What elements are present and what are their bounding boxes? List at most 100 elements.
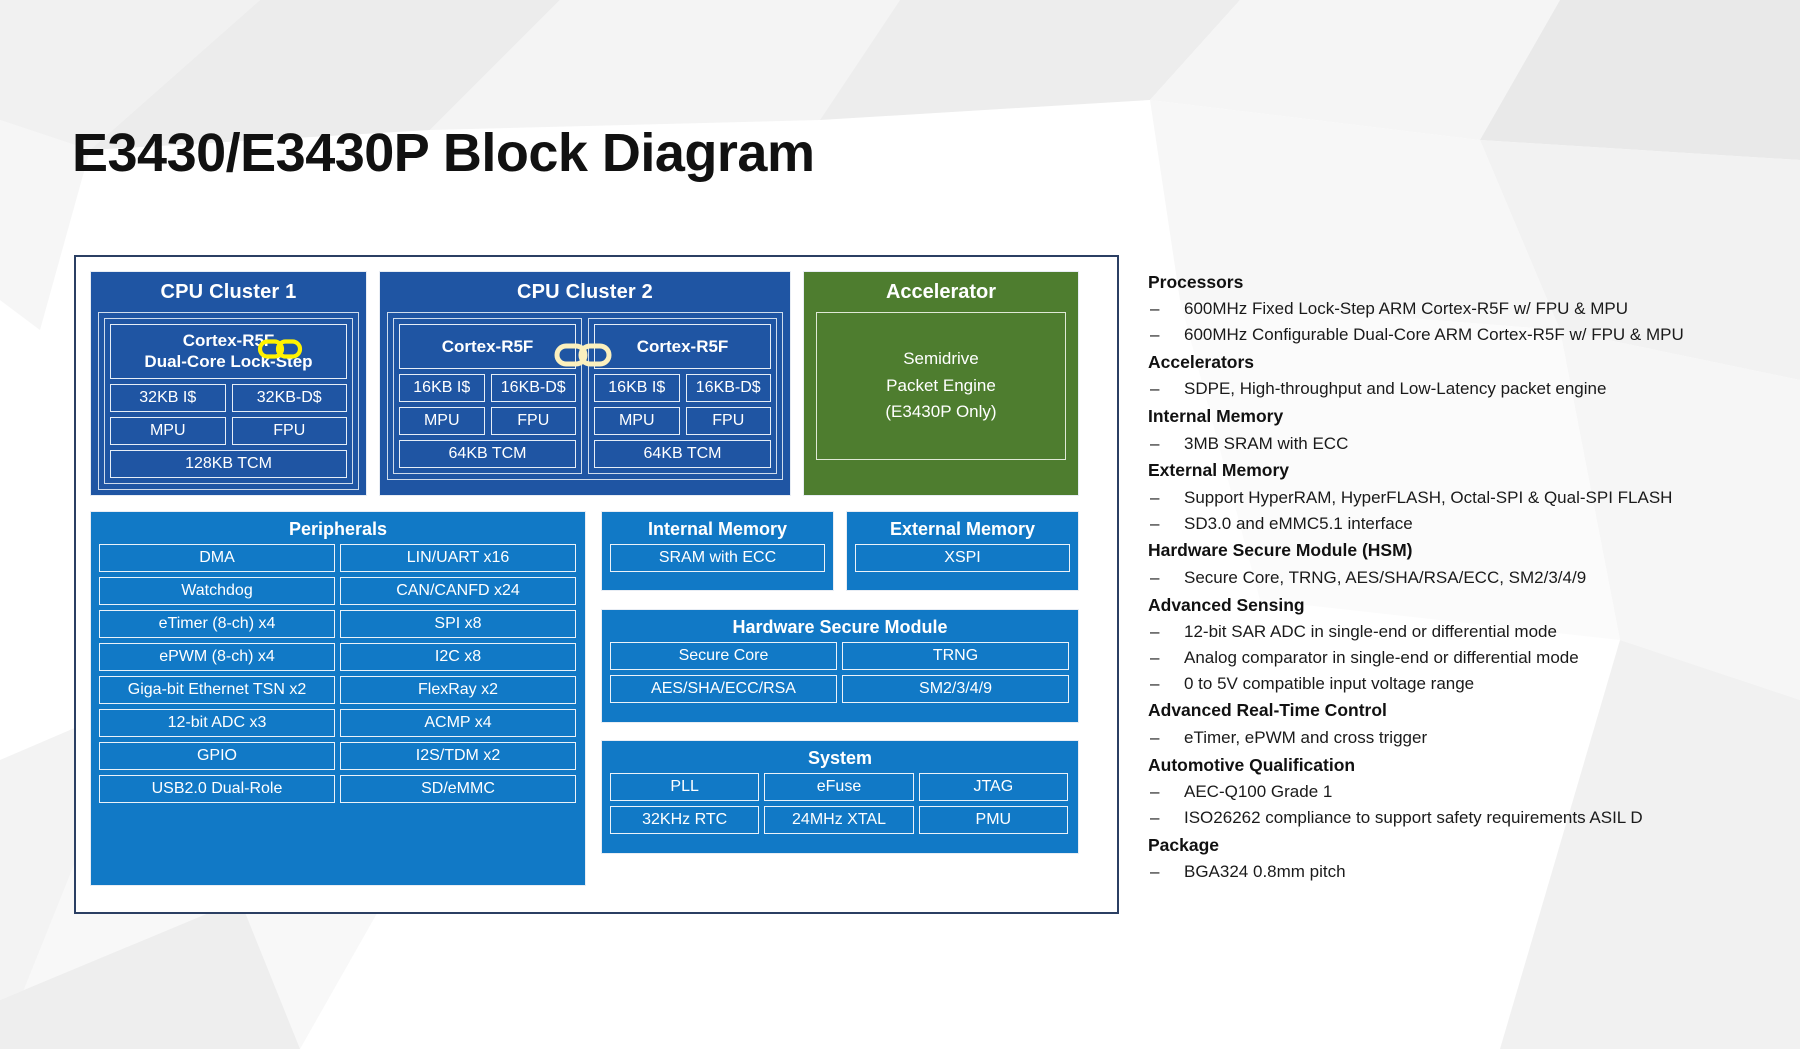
external-memory-item: XSPI <box>855 544 1070 572</box>
peripheral-item: Watchdog <box>99 577 335 605</box>
peripheral-item: ACMP x4 <box>340 709 576 737</box>
internal-memory-title: Internal Memory <box>647 519 788 539</box>
external-memory-title: External Memory <box>889 519 1036 539</box>
feature-bullet-dash: – <box>1150 807 1160 827</box>
hsm-item: TRNG <box>842 642 1069 670</box>
cpu-cluster-1-core-name: Cortex-R5F Dual-Core Lock-Step <box>110 324 347 379</box>
feature-bullet-dash: – <box>1150 567 1160 587</box>
feature-bullet-dash: – <box>1150 781 1160 801</box>
block-diagram: CPU Cluster 1 Cortex-R5F Dual-Core Lock-… <box>74 255 1119 914</box>
peripheral-item: I2C x8 <box>340 643 576 671</box>
cpu-cluster-2-core-a-mpu-fpu-row: MPU FPU <box>399 407 576 436</box>
feature-bullet-dash: – <box>1150 299 1160 319</box>
feature-group-heading: Automotive Qualification <box>1148 754 1356 775</box>
system-item: 32KHz RTC <box>610 806 760 834</box>
cpu-cluster-1-core[interactable]: Cortex-R5F Dual-Core Lock-Step 32KB I$ 3… <box>104 318 353 484</box>
feature-item: – 600MHz Configurable Dual-Core ARM Corte… <box>1148 322 1758 348</box>
cpu-cluster-2-core-wrap: Cortex-R5F 16KB I$ 16KB-D$ MPU FPU 64KB … <box>387 312 783 481</box>
feature-item: – 0 to 5V compatible input voltage range <box>1148 671 1758 697</box>
page-title: E3430/E3430P Block Diagram <box>72 123 815 183</box>
cpu-cluster-2-block[interactable]: CPU Cluster 2 Cortex-R5F 16KB I$ 16KB-D$… <box>379 271 791 496</box>
peripheral-item: I2S/TDM x2 <box>340 742 576 770</box>
peripheral-item: SD/eMMC <box>340 775 576 803</box>
feature-item-text: BGA324 0.8mm pitch <box>1184 861 1346 881</box>
feature-group-heading: Internal Memory <box>1148 406 1284 427</box>
accelerator-body-line2: Packet Engine <box>886 375 996 395</box>
accelerator-block[interactable]: Accelerator Semidrive Packet Engine (E34… <box>803 271 1079 496</box>
peripherals-block[interactable]: Peripherals DMA LIN/UART x16 Watchdog CA… <box>90 511 586 886</box>
peripheral-item: Giga-bit Ethernet TSN x2 <box>99 676 335 704</box>
feature-bullet-dash: – <box>1150 513 1160 533</box>
peripheral-item: LIN/UART x16 <box>340 544 576 572</box>
accelerator-body-line1: Semidrive <box>903 349 979 369</box>
feature-item-text: Support HyperRAM, HyperFLASH, Octal-SPI … <box>1184 487 1673 507</box>
peripherals-title: Peripherals <box>288 519 388 539</box>
feature-bullet-dash: – <box>1150 727 1160 747</box>
cpu-cluster-1-cell-icache: 32KB I$ <box>110 383 226 412</box>
feature-group-heading: Processors <box>1148 272 1244 292</box>
system-block[interactable]: System PLL eFuse JTAG 32KHz RTC 24MHz XT… <box>601 740 1079 854</box>
feature-item: – ISO26262 compliance to support safety r… <box>1148 805 1758 831</box>
cpu-cluster-2-core-b-cell-dcache: 16KB-D$ <box>685 374 771 403</box>
cpu-cluster-2-core-b-cell-icache: 16KB I$ <box>594 374 680 403</box>
feature-item-text: 3MB SRAM with ECC <box>1184 433 1349 453</box>
peripheral-item: SPI x8 <box>340 610 576 638</box>
peripheral-item: GPIO <box>99 742 335 770</box>
feature-group-heading: Package <box>1148 834 1220 855</box>
cpu-cluster-2-core-a-tcm-row: 64KB TCM <box>399 440 576 469</box>
cpu-cluster-2-core-a-cell-tcm: 64KB TCM <box>399 440 576 469</box>
feature-group-heading: Accelerators <box>1148 352 1255 372</box>
feature-item: – Support HyperRAM, HyperFLASH, Octal-SPI… <box>1148 485 1758 511</box>
feature-bullet-dash: – <box>1150 379 1160 399</box>
cpu-cluster-1-block[interactable]: CPU Cluster 1 Cortex-R5F Dual-Core Lock-… <box>90 271 367 496</box>
feature-group-heading: Hardware Secure Module (HSM) <box>1148 540 1413 561</box>
hardware-secure-module-grid: Secure Core TRNG AES/SHA/ECC/RSA SM2/3/4… <box>602 642 1078 711</box>
feature-item-text: 0 to 5V compatible input voltage range <box>1184 673 1475 693</box>
cpu-cluster-1-title: CPU Cluster 1 <box>160 281 297 303</box>
system-grid: PLL eFuse JTAG 32KHz RTC 24MHz XTAL PMU <box>602 773 1078 842</box>
peripheral-item: FlexRay x2 <box>340 676 576 704</box>
cpu-cluster-2-core-b-cell-mpu: MPU <box>594 407 680 436</box>
feature-item: – Secure Core, TRNG, AES/SHA/RSA/ECC, SM2… <box>1148 565 1758 591</box>
system-item: PMU <box>918 806 1068 834</box>
peripherals-grid: DMA LIN/UART x16 Watchdog CAN/CANFD x24 … <box>91 544 585 811</box>
cpu-cluster-2-core-a-cell-icache: 16KB I$ <box>399 374 485 403</box>
peripheral-item: 12-bit ADC x3 <box>99 709 335 737</box>
cpu-cluster-2-core-b[interactable]: Cortex-R5F 16KB I$ 16KB-D$ MPU FPU 64KB … <box>588 318 777 475</box>
feature-bullet-dash: – <box>1150 861 1160 881</box>
feature-item-text: SD3.0 and eMMC5.1 interface <box>1184 513 1413 533</box>
feature-item-text: 12-bit SAR ADC in single-end or differen… <box>1184 621 1557 641</box>
feature-item-text: ISO26262 compliance to support safety re… <box>1184 807 1643 827</box>
system-title: System <box>807 748 873 768</box>
internal-memory-block[interactable]: Internal Memory SRAM with ECC <box>601 511 834 591</box>
slide-root: E3430/E3430P Block Diagram CPU Cluster 1… <box>0 0 1800 1049</box>
feature-item-text: 600MHz Configurable Dual-Core ARM Cortex… <box>1184 325 1684 345</box>
system-item: eFuse <box>764 773 914 801</box>
feature-item-text: AEC-Q100 Grade 1 <box>1184 781 1333 801</box>
peripheral-item: DMA <box>99 544 335 572</box>
feature-item-text: eTimer, ePWM and cross trigger <box>1184 727 1428 747</box>
cpu-cluster-2-core-a-name: Cortex-R5F <box>399 324 576 370</box>
feature-bullet-dash: – <box>1150 325 1160 345</box>
cpu-cluster-2-core-a-cell-fpu: FPU <box>490 407 576 436</box>
external-memory-block[interactable]: External Memory XSPI <box>846 511 1079 591</box>
accelerator-body: Semidrive Packet Engine (E3430P Only) <box>816 312 1066 460</box>
chain-link-icon <box>257 337 303 366</box>
cpu-cluster-2-core-b-cell-tcm: 64KB TCM <box>594 440 771 469</box>
hardware-secure-module-block[interactable]: Hardware Secure Module Secure Core TRNG … <box>601 609 1079 723</box>
cpu-cluster-1-cell-dcache: 32KB-D$ <box>231 383 347 412</box>
feature-bullet-dash: – <box>1150 673 1160 693</box>
cpu-cluster-2-core-b-mpu-fpu-row: MPU FPU <box>594 407 771 436</box>
internal-memory-item: SRAM with ECC <box>610 544 825 572</box>
cpu-cluster-1-cell-fpu: FPU <box>231 416 347 445</box>
feature-item: – SD3.0 and eMMC5.1 interface <box>1148 511 1758 537</box>
cpu-cluster-1-tcm-row: 128KB TCM <box>110 449 347 478</box>
feature-group-heading: External Memory <box>1148 460 1290 481</box>
feature-item: – Analog comparator in single-end or diff… <box>1148 645 1758 671</box>
feature-item: – 600MHz Fixed Lock-Step ARM Cortex-R5F w… <box>1148 296 1758 322</box>
peripheral-item: CAN/CANFD x24 <box>340 577 576 605</box>
hsm-item: SM2/3/4/9 <box>842 675 1069 703</box>
internal-memory-grid: SRAM with ECC <box>602 544 833 580</box>
peripheral-item: USB2.0 Dual-Role <box>99 775 335 803</box>
hsm-item: Secure Core <box>610 642 837 670</box>
